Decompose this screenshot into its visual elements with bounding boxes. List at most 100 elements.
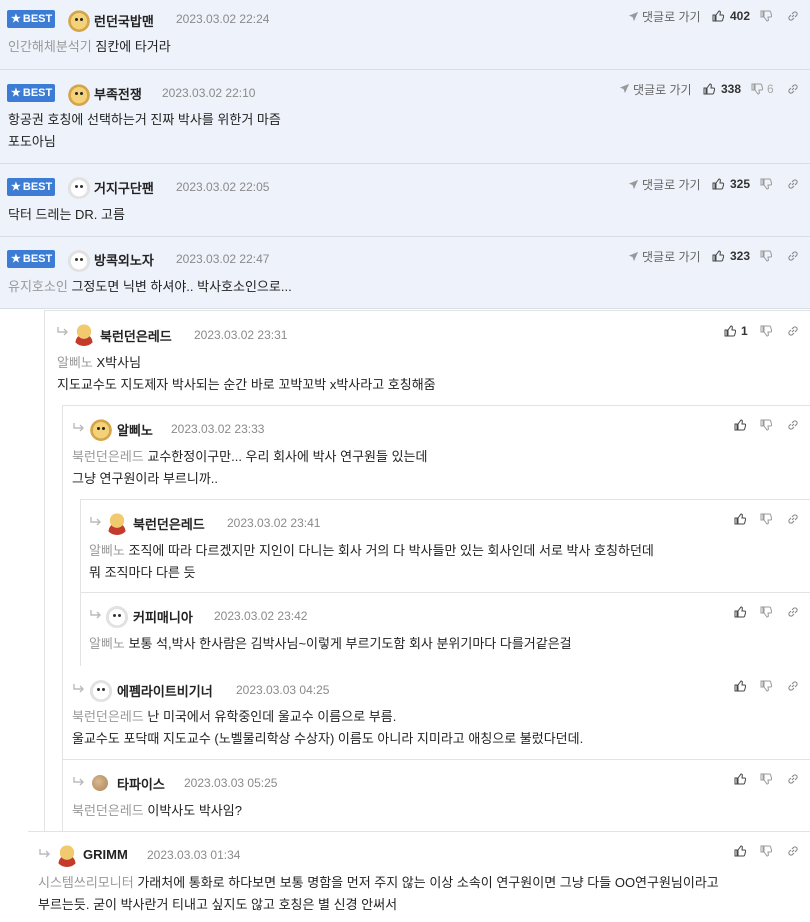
comment-text: 북런던은레드 난 미국에서 유학중인데 울교수 이름으로 부름. 울교수도 포닥때… [72, 709, 584, 746]
go-to-comment-link[interactable]: 댓글로 가기 [642, 8, 701, 25]
thumbs-down-icon[interactable] [760, 10, 772, 22]
nickname[interactable]: GRIMM [83, 847, 128, 862]
nickname[interactable]: 방콕외노자 [94, 250, 154, 269]
thumbs-down-icon[interactable] [760, 419, 772, 431]
mention[interactable]: 북런던은레드 [72, 709, 144, 724]
send-icon [628, 251, 639, 262]
mention[interactable]: 알삐노 [89, 543, 125, 558]
avatar[interactable] [55, 843, 79, 867]
mention[interactable]: 유지호소인 [8, 279, 68, 294]
comment-date: 2023.03.02 23:31 [194, 328, 288, 342]
avatar[interactable] [105, 604, 129, 628]
comment-text: 시스템쓰리모니터 가래처에 통화로 하다보면 보통 명함을 먼저 주지 않는 이… [38, 875, 719, 912]
comment-text: 북런던은레드 교수한정이구만... 우리 회사에 박사 연구원들 있는데 그냥 연… [72, 449, 428, 486]
nickname[interactable]: 북런던은레드 [133, 514, 205, 533]
avatar[interactable] [72, 322, 96, 346]
thumbs-up-icon[interactable] [712, 250, 724, 262]
best-comment-3: ★ BEST 거지구단팬 2023.03.02 22:05 댓글로 가기 325 … [0, 164, 810, 237]
nickname[interactable]: 알삐노 [117, 420, 153, 439]
mention[interactable]: 북런던은레드 [72, 803, 144, 818]
avatar[interactable] [89, 417, 113, 441]
thumbs-down-icon[interactable] [760, 606, 772, 618]
reply-arrow-icon [89, 516, 103, 528]
thumbs-up-icon[interactable] [734, 845, 746, 857]
comment-text: 알삐노 조직에 따라 다르겠지만 지인이 다니는 회사 거의 다 박사들만 있는… [89, 543, 654, 580]
reply-arrow-icon [38, 848, 52, 860]
thumbs-up-icon[interactable] [712, 178, 724, 190]
thumbs-up-icon[interactable] [734, 773, 746, 785]
mention[interactable]: 시스템쓰리모니터 [38, 875, 134, 890]
best-comment-4: ★ BEST 방콕외노자 2023.03.02 22:47 댓글로 가기 323 … [0, 237, 810, 309]
link-icon[interactable] [787, 419, 799, 431]
comment-date: 2023.03.02 22:24 [176, 12, 270, 26]
avatar[interactable] [67, 82, 91, 106]
comment-date: 2023.03.02 23:41 [227, 516, 321, 530]
comment-date: 2023.03.03 04:25 [236, 683, 330, 697]
reply-arrow-icon [56, 326, 70, 338]
mention[interactable]: 알삐노 [57, 355, 93, 370]
comment-date: 2023.03.03 01:34 [147, 848, 241, 862]
best-badge: ★ BEST [7, 178, 55, 196]
comment-date: 2023.03.02 23:33 [171, 422, 265, 436]
avatar[interactable] [89, 678, 113, 702]
comment-text: 닥터 드레는 DR. 고름 [8, 207, 125, 222]
link-icon[interactable] [787, 10, 799, 22]
link-icon[interactable] [787, 325, 799, 337]
link-icon[interactable] [787, 83, 799, 95]
dislike-count: 6 [767, 82, 774, 96]
avatar[interactable] [67, 175, 91, 199]
link-icon[interactable] [787, 845, 799, 857]
nickname[interactable]: 에펨라이트비기너 [117, 681, 213, 700]
avatar[interactable] [67, 248, 91, 272]
thumbs-down-icon[interactable] [760, 773, 772, 785]
avatar[interactable] [105, 511, 129, 535]
thumbs-down-icon[interactable] [760, 250, 772, 262]
comment-date: 2023.03.02 22:47 [176, 252, 270, 266]
avatar[interactable] [67, 8, 91, 32]
thumbs-up-icon[interactable] [703, 83, 715, 95]
mention[interactable]: 북런던은레드 [72, 449, 144, 464]
mention[interactable]: 인간해체분석기 [8, 39, 92, 54]
go-to-comment-link[interactable]: 댓글로 가기 [642, 248, 701, 265]
avatar[interactable] [92, 775, 108, 791]
send-icon [619, 83, 630, 94]
comment-date: 2023.03.02 22:10 [162, 86, 256, 100]
nickname[interactable]: 런던국밥맨 [94, 11, 154, 30]
thumbs-down-icon[interactable] [760, 680, 772, 692]
like-count: 323 [730, 249, 751, 263]
comment-text: 알삐노 X박사님 지도교수도 지도제자 박사되는 순간 바로 꼬박꼬박 x박사라고… [57, 355, 436, 392]
best-badge: ★ BEST [7, 84, 55, 102]
nickname[interactable]: 커피매니아 [133, 607, 193, 626]
nickname[interactable]: 북런던은레드 [100, 326, 172, 345]
divider [62, 759, 810, 760]
link-icon[interactable] [787, 773, 799, 785]
thumbs-down-icon[interactable] [760, 513, 772, 525]
comment-date: 2023.03.03 05:25 [184, 776, 278, 790]
nickname[interactable]: 거지구단팬 [94, 178, 154, 197]
go-to-comment-link[interactable]: 댓글로 가기 [633, 81, 692, 98]
thumbs-up-icon[interactable] [734, 419, 746, 431]
thumbs-down-icon[interactable] [760, 845, 772, 857]
thumbs-down-icon[interactable] [760, 325, 772, 337]
thumbs-up-icon[interactable] [734, 606, 746, 618]
best-badge: ★ BEST [7, 250, 55, 268]
link-icon[interactable] [787, 680, 799, 692]
reply-arrow-icon [72, 422, 86, 434]
thumbs-down-icon[interactable] [760, 178, 772, 190]
best-badge: ★ BEST [7, 10, 55, 28]
thumbs-down-icon[interactable] [751, 83, 763, 95]
thumbs-up-icon[interactable] [712, 10, 724, 22]
link-icon[interactable] [787, 606, 799, 618]
reply-arrow-icon [72, 776, 86, 788]
link-icon[interactable] [787, 250, 799, 262]
thumbs-up-icon[interactable] [724, 325, 736, 337]
mention[interactable]: 알삐노 [89, 636, 125, 651]
best-comment-1: ★ BEST 런던국밥맨 2023.03.02 22:24 댓글로 가기 402 … [0, 0, 810, 70]
thumbs-up-icon[interactable] [734, 513, 746, 525]
nickname[interactable]: 부족전쟁 [94, 84, 142, 103]
go-to-comment-link[interactable]: 댓글로 가기 [642, 176, 701, 193]
link-icon[interactable] [787, 178, 799, 190]
nickname[interactable]: 타파이스 [117, 774, 165, 793]
link-icon[interactable] [787, 513, 799, 525]
thumbs-up-icon[interactable] [734, 680, 746, 692]
